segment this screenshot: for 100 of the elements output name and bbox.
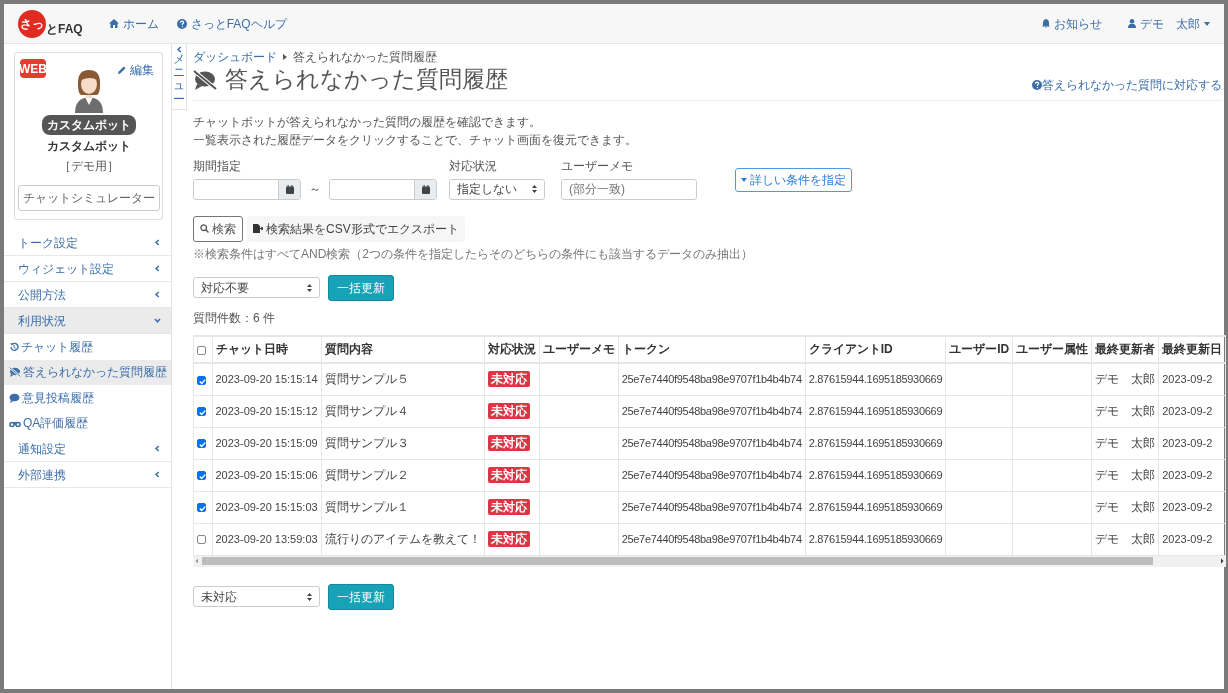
table-cell: 2.87615944.1695185930669 — [805, 363, 946, 396]
table-cell: 2023-09-20 15:15:14 — [212, 363, 322, 396]
table-cell: 25e7e7440f9548ba98e9707f1b4b4b74 — [618, 459, 806, 492]
status-badge: 未対応 — [487, 499, 530, 516]
table-cell: 2.87615944.1695185930669 — [805, 395, 946, 428]
table-cell: 流行りのアイテムを教えて！ — [321, 523, 485, 556]
export-button[interactable]: 検索結果をCSV形式でエクスポート — [247, 215, 465, 242]
sidebar-subitem[interactable]: 意見投稿履歴 — [4, 385, 171, 411]
table-cell: 25e7e7440f9548ba98e9707f1b4b4b74 — [618, 491, 806, 524]
status-badge: 未対応 — [487, 531, 530, 548]
checkbox[interactable] — [197, 345, 206, 355]
muted-chat-icon — [9, 367, 21, 378]
bulk-status-select[interactable]: 未対応 — [193, 586, 320, 608]
chevron-left-icon — [154, 291, 161, 298]
help-icon — [176, 18, 187, 29]
pencil-icon — [118, 66, 126, 74]
nav-link[interactable]: さっとFAQヘルプ — [176, 14, 287, 33]
file-export-icon — [253, 224, 263, 234]
table-cell: 25e7e7440f9548ba98e9707f1b4b4b74 — [618, 427, 806, 460]
checkbox[interactable] — [197, 407, 206, 417]
user-menu[interactable]: デモ 太郎 — [1128, 14, 1210, 33]
table-cell: 質問サンプル１ — [321, 491, 485, 524]
sidebar-subitem[interactable]: チャット履歴 — [4, 334, 171, 360]
description-text: 一覧表示された履歴データをクリックすることで、チャット画面を復元できます。 — [193, 131, 638, 149]
horizontal-scrollbar[interactable] — [193, 555, 1227, 567]
bell-icon — [1042, 19, 1050, 28]
table-cell: 2.87615944.1695185930669 — [805, 491, 946, 524]
breadcrumb-link[interactable]: ダッシュボード — [193, 48, 277, 66]
menu-label: メニュー — [173, 53, 185, 106]
breadcrumb-current: 答えられなかった質問履歴 — [293, 49, 437, 66]
search-note: ※検索条件はすべてAND検索（2つの条件を指定したらそのどちらの条件にも該当するデータのみ抽出） — [193, 245, 754, 263]
range-separator: ～ — [309, 181, 321, 199]
calendar-icon — [421, 184, 430, 194]
checkbox[interactable] — [197, 503, 206, 513]
page-title: 答えられなかった質問履歴 — [225, 66, 508, 94]
history-icon — [9, 341, 19, 352]
search-button[interactable]: 検索 — [193, 215, 243, 242]
checkbox[interactable] — [197, 471, 206, 481]
column-header: 対応状況 — [484, 336, 540, 364]
help-link[interactable]: 答えられなかった質問に対応する — [1032, 75, 1222, 94]
table-cell: 2023-09-20 15:15:09 — [212, 427, 322, 460]
sidebar-item[interactable]: 通知設定 — [4, 436, 171, 462]
nav-link[interactable]: ホーム — [108, 14, 159, 33]
status-select[interactable]: 指定しない — [449, 178, 545, 200]
bot-tag: カスタムボット — [41, 115, 136, 135]
user-icon — [1128, 19, 1136, 28]
chevron-left-icon — [154, 239, 161, 246]
bot-note: ［デモ用］ — [58, 158, 119, 175]
chevron-left-icon — [154, 445, 161, 452]
table-cell: デモ 太郎 — [1091, 363, 1159, 396]
advanced-search-button[interactable]: 詳しい条件を指定 — [735, 167, 853, 192]
web-badge: WEB — [20, 59, 46, 78]
sidebar-item[interactable]: 利用状況 — [4, 308, 171, 334]
table-cell: 2023-09-20 13:59:03 — [212, 523, 322, 556]
table-cell: 質問サンプル２ — [321, 459, 485, 492]
menu-toggle[interactable]: メニュー — [172, 44, 187, 110]
table-cell: デモ 太郎 — [1091, 427, 1159, 460]
column-header: クライアントID — [805, 336, 946, 364]
memo-field[interactable]: (部分一致) — [561, 178, 697, 200]
sort-arrows-icon — [307, 592, 312, 601]
status-badge: 未対応 — [487, 371, 530, 388]
logo-mark: さっ — [18, 9, 46, 38]
edit-link[interactable]: 編集 — [118, 61, 154, 79]
logo-text: とFAQ — [46, 20, 83, 38]
field-label: ユーザーメモ — [561, 157, 634, 175]
home-icon — [108, 19, 119, 28]
field-label: 対応状況 — [449, 157, 498, 175]
sidebar-subitem[interactable]: QA評価履歴 — [4, 410, 171, 436]
checkbox[interactable] — [197, 375, 206, 385]
date-field[interactable] — [329, 178, 437, 200]
sidebar-item[interactable]: トーク設定 — [4, 230, 171, 256]
sidebar-item[interactable]: 外部連携 — [4, 462, 171, 488]
chevron-down-icon — [154, 317, 161, 324]
column-header: ユーザー属性 — [1012, 336, 1092, 364]
bulk-status-select[interactable]: 対応不要 — [193, 277, 320, 299]
column-header: ユーザーID — [945, 336, 1013, 364]
checkbox[interactable] — [197, 439, 206, 449]
bulk-update-button[interactable]: 一括更新 — [328, 583, 394, 610]
sidebar-subitem[interactable]: 答えられなかった質問履歴 — [4, 359, 171, 385]
sort-arrows-icon — [307, 283, 312, 292]
column-header: 最終更新日 — [1158, 336, 1226, 364]
table-cell: 質問サンプル５ — [321, 363, 485, 396]
table-cell: 2.87615944.1695185930669 — [805, 427, 946, 460]
table-cell: 質問サンプル３ — [321, 427, 485, 460]
simulator-button[interactable]: チャットシミュレーター — [17, 185, 160, 211]
column-header: 最終更新者 — [1091, 336, 1159, 364]
table-cell: 2023-09-20 15:15:03 — [212, 491, 322, 524]
record-count: 質問件数：6 件 — [193, 309, 276, 327]
muted-chat-icon — [193, 69, 217, 90]
column-header: 質問内容 — [321, 336, 485, 364]
notifications-link[interactable]: お知らせ — [1042, 14, 1102, 33]
bulk-update-button[interactable]: 一括更新 — [328, 274, 394, 301]
sidebar-item[interactable]: ウィジェット設定 — [4, 256, 171, 282]
date-field[interactable] — [193, 178, 301, 200]
chevron-left-icon — [175, 46, 183, 53]
column-header: ユーザーメモ — [539, 336, 619, 364]
checkbox[interactable] — [197, 535, 206, 545]
table-cell: 2.87615944.1695185930669 — [805, 523, 946, 556]
chat-icon — [9, 392, 20, 403]
table-cell: 質問サンプル４ — [321, 395, 485, 428]
